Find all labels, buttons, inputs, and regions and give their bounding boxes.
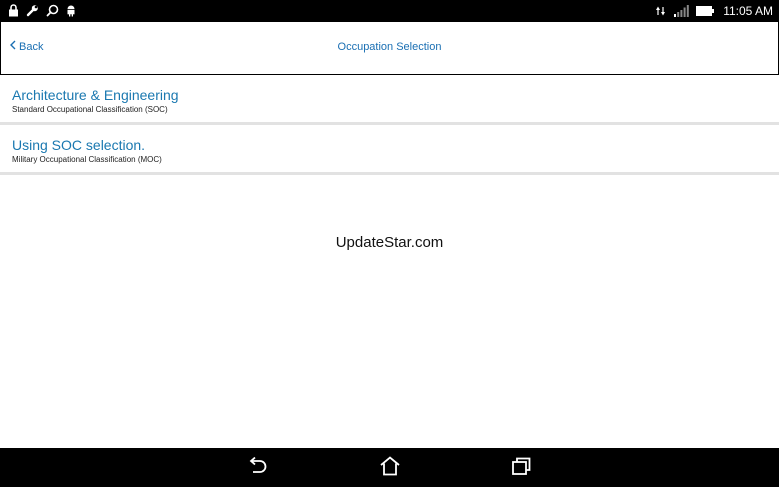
search-icon [46,4,59,18]
watermark-text: UpdateStar.com [335,234,444,251]
lock-icon [8,4,19,18]
list-item-architecture-engineering[interactable]: Architecture & Engineering Standard Occu… [0,75,779,125]
nav-home-button[interactable] [378,455,402,481]
data-activity-icon [654,4,667,18]
status-left [8,4,76,18]
list-item-subtitle: Standard Occupational Classification (SO… [12,105,168,114]
list-item-soc-selection[interactable]: Using SOC selection. Military Occupation… [0,125,779,175]
nav-recent-apps-button[interactable] [509,457,533,479]
battery-icon [696,4,715,18]
list-item-subtitle: Military Occupational Classification (MO… [12,155,162,164]
occupation-list: Architecture & Engineering Standard Occu… [0,75,779,175]
status-right: 11:05 AM [654,4,773,18]
status-bar: 11:05 AM [0,0,779,21]
wrench-icon [26,4,39,18]
back-icon [247,456,269,481]
android-icon [66,4,76,18]
home-icon [379,455,401,481]
nav-back-button[interactable] [246,456,270,481]
action-bar: Back Occupation Selection [0,21,779,75]
signal-icon [674,4,689,18]
page-title: Occupation Selection [337,41,442,53]
list-item-title: Using SOC selection. [12,137,146,153]
list-item-title: Architecture & Engineering [12,87,179,103]
recent-apps-icon [510,456,532,481]
navigation-bar [0,448,779,487]
status-time: 11:05 AM [723,3,773,18]
